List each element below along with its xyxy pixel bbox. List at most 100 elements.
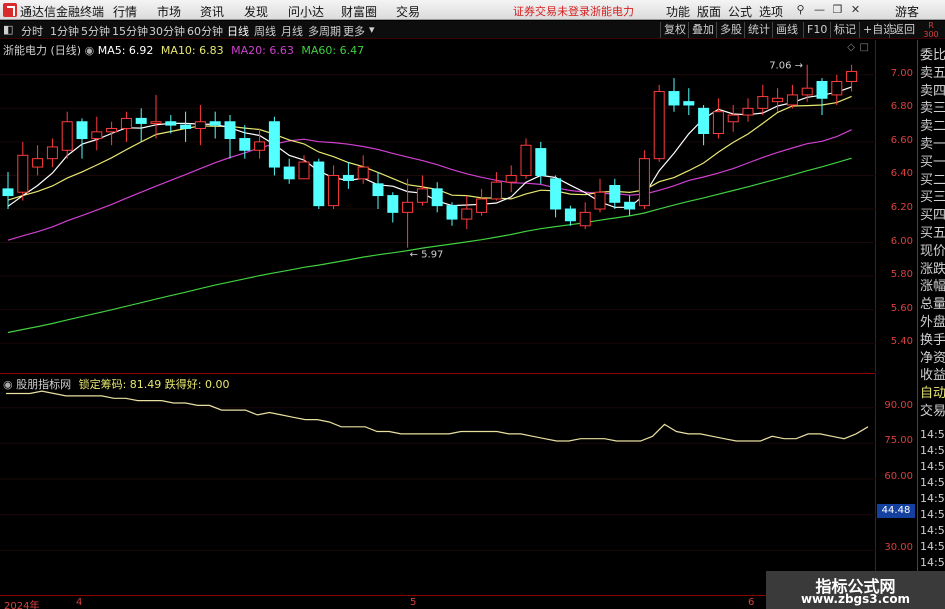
trade-time: 14:56 (920, 476, 945, 489)
candle-body (165, 121, 177, 126)
period-daily[interactable]: 日线 (227, 23, 249, 39)
btn-f10[interactable]: F10 (803, 22, 830, 38)
period-multi[interactable]: 多周期 (308, 23, 341, 39)
candle (579, 202, 591, 230)
menu-jiaoyi[interactable]: 交易 (396, 3, 420, 20)
ma-toggle-icon[interactable]: ◉ (85, 44, 98, 57)
price-tick: 7.00 (890, 67, 913, 79)
pane-settings-icon[interactable]: ◇ (847, 42, 855, 53)
candle (76, 118, 88, 159)
candle-body (786, 94, 798, 106)
period-5min[interactable]: 5分钟 (81, 23, 110, 39)
indicator-chart[interactable] (0, 374, 876, 596)
btn-fuquan[interactable]: 复权 (660, 22, 689, 38)
candle-body (757, 96, 769, 109)
more-dropdown-icon[interactable]: ▾ (369, 23, 375, 36)
period-1min[interactable]: 1分钟 (50, 23, 79, 39)
candle (490, 172, 502, 201)
search-icon[interactable]: ⚲ (793, 3, 808, 17)
menu-banmian[interactable]: 版面 (697, 3, 721, 20)
menu-wenxiaoda[interactable]: 问小达 (288, 3, 324, 20)
candle-body (150, 121, 162, 124)
user-guest[interactable]: 游客 (895, 3, 919, 20)
restore-icon[interactable]: ❐ (830, 3, 845, 17)
menu-hangqing[interactable]: 行情 (113, 3, 137, 20)
candle (520, 138, 532, 179)
candle (387, 192, 399, 223)
trade-time: 14:56 (920, 444, 945, 457)
menu-gongshi[interactable]: 公式 (728, 3, 752, 20)
candle-body (180, 124, 192, 129)
price-axis: 7.00 6.80 6.60 6.40 6.20 6.00 5.80 5.60 5.40 (877, 40, 917, 372)
candle-body (683, 101, 695, 106)
kline-info-line: 浙能电力 (日线) ◉ MA5: 6.92 MA10: 6.83 MA20: 6… (3, 42, 364, 58)
quote-field-label: 买二 (920, 172, 945, 188)
candle-body (209, 121, 221, 126)
candle (742, 98, 754, 122)
period-fenshi[interactable]: 分时 (21, 23, 43, 39)
candle-body (520, 144, 532, 176)
candle (786, 84, 798, 109)
quote-field-label: 买四 (920, 208, 945, 224)
candle-body (831, 80, 843, 96)
price-tick: 5.80 (890, 269, 913, 281)
trade-time: 14:56 (920, 524, 945, 537)
candle-body (224, 121, 236, 140)
menu-caifuquan[interactable]: 财富圈 (341, 3, 377, 20)
period-weekly[interactable]: 周线 (254, 23, 276, 39)
date-axis: 2024年 4 5 6 (0, 595, 876, 609)
close-icon[interactable]: ✕ (848, 3, 863, 17)
menu-zixun[interactable]: 资讯 (200, 3, 224, 20)
trade-time: 14:56 (920, 460, 945, 473)
indicator-pane[interactable]: ◉ 股朋指标网 锁定筹码: 81.49 跌得好: 0.00 (0, 373, 876, 595)
candle-body (372, 183, 384, 197)
quote-field-label: 卖三 (920, 101, 945, 117)
kline-pane[interactable]: 7.06 → ← 5.97 浙能电力 (日线) ◉ MA5: 6.92 MA10:… (0, 40, 876, 372)
btn-diejia[interactable]: 叠加 (688, 22, 717, 38)
menu-faxian[interactable]: 发现 (244, 3, 268, 20)
candle (135, 108, 147, 142)
candle (46, 138, 58, 168)
current-stock-name: 浙能电力 (590, 5, 634, 18)
candle (283, 158, 295, 184)
indicator-name[interactable]: 股朋指标网 (16, 378, 71, 391)
menu-xuanxiang[interactable]: 选项 (759, 3, 783, 20)
candle (727, 104, 739, 132)
stock-label: 浙能电力 (日线) (3, 44, 82, 57)
rank-letter: R (928, 21, 934, 30)
candle-body (446, 205, 458, 220)
period-30min[interactable]: 30分钟 (149, 23, 185, 39)
candle (342, 162, 354, 189)
pane-maximize-icon[interactable]: □ (860, 42, 869, 53)
candle-body (638, 158, 650, 207)
minimize-icon[interactable]: — (812, 3, 827, 17)
candle (224, 115, 236, 159)
menu-gongneng[interactable]: 功能 (666, 3, 690, 20)
kline-chart[interactable]: 7.06 → ← 5.97 (0, 40, 876, 372)
watermark-url: www.zbgs3.com (800, 592, 911, 606)
trade-login-status[interactable]: 证券交易未登录 (513, 3, 590, 19)
quote-field-label: 卖四 (920, 83, 945, 99)
candle-body (431, 188, 443, 207)
candle-body (328, 174, 340, 207)
period-monthly[interactable]: 月线 (281, 23, 303, 39)
indicator-toggle-icon[interactable]: ◉ (3, 378, 16, 391)
period-more[interactable]: 更多 (343, 23, 365, 39)
btn-biaoji[interactable]: 标记 (830, 22, 859, 38)
btn-huaxian[interactable]: 画线 (772, 22, 801, 38)
ma20-label: MA20: 6.63 (231, 44, 294, 57)
btn-back[interactable]: 返回 (889, 22, 918, 38)
candle-body (76, 121, 88, 140)
candle-body (668, 91, 680, 106)
btn-tongji[interactable]: 统计 (744, 22, 773, 38)
period-15min[interactable]: 15分钟 (112, 23, 148, 39)
candle (180, 111, 192, 142)
toolbar-toggle-icon[interactable]: ◧ (3, 23, 13, 36)
period-60min[interactable]: 60分钟 (187, 23, 223, 39)
quote-side-panel: 委比 卖五 卖四 卖三 卖二 卖一 买一 买二 买三 买四 买五 现价 涨跌 涨幅 总量 外盘 换手 净资 收益 自动… (917, 40, 945, 609)
menu-shichang[interactable]: 市场 (157, 3, 181, 20)
quote-field-label: 外盘 (920, 315, 945, 330)
trade-time: 14:56 (920, 508, 945, 521)
candle-body (283, 166, 295, 180)
btn-duogu[interactable]: 多股 (716, 22, 745, 38)
